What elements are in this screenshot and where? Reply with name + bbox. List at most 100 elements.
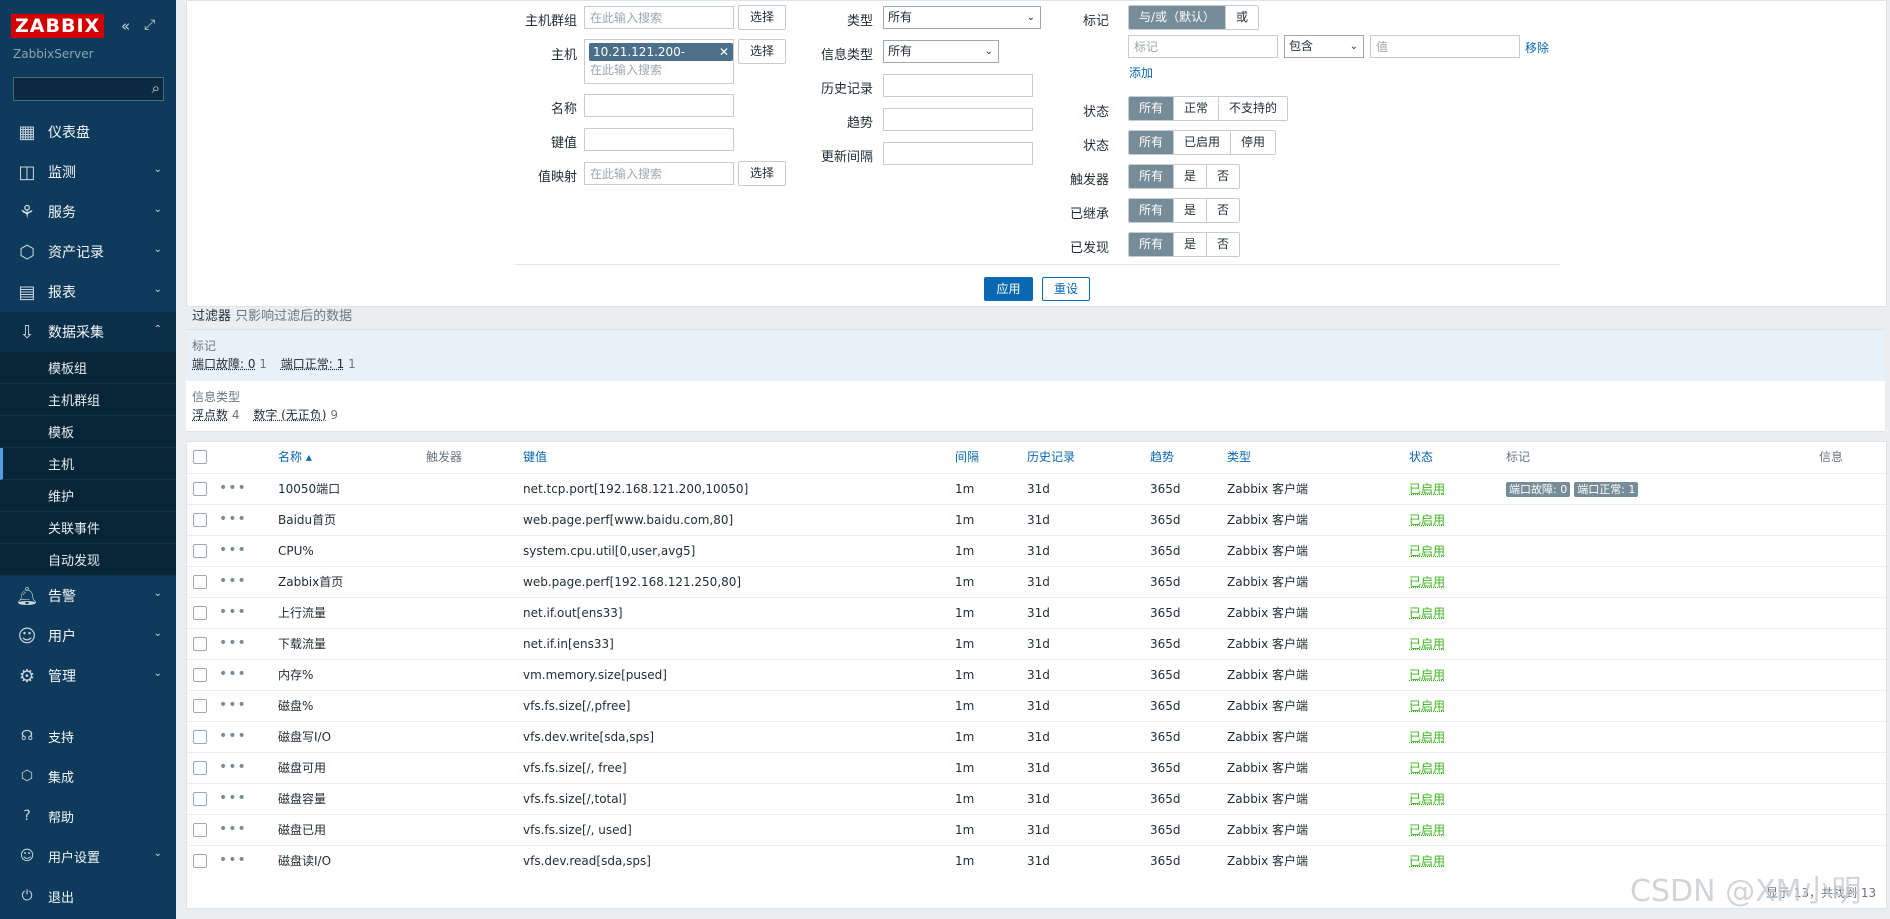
- submenu-hosts[interactable]: 主机: [0, 448, 176, 480]
- submenu-event-correlation[interactable]: 关联事件: [0, 512, 176, 544]
- more-options-icon[interactable]: •••: [219, 815, 247, 844]
- item-name-link[interactable]: CPU%: [278, 536, 314, 567]
- col-key-header[interactable]: 键值: [523, 442, 547, 473]
- item-status-link[interactable]: 已启用: [1409, 505, 1445, 536]
- item-status-link[interactable]: 已启用: [1409, 846, 1445, 877]
- menu-item-reports[interactable]: ▤ 报表 ⌄: [0, 272, 176, 312]
- kiosk-mode-icon[interactable]: ⤢: [144, 17, 155, 33]
- menu-item-help[interactable]: ? 帮助: [0, 796, 176, 836]
- triggers-yes-option[interactable]: 是: [1174, 165, 1208, 188]
- item-name-link[interactable]: 下载流量: [278, 629, 326, 660]
- col-interval-header[interactable]: 间隔: [955, 442, 979, 473]
- more-options-icon[interactable]: •••: [219, 536, 247, 565]
- item-name-link[interactable]: 10050端口: [278, 474, 340, 505]
- menu-item-integrations[interactable]: ⬡ 集成: [0, 756, 176, 796]
- item-tag-badge[interactable]: 端口正常: 1: [1574, 482, 1639, 497]
- submenu-discovery[interactable]: 自动发现: [0, 544, 176, 576]
- more-options-icon[interactable]: •••: [219, 784, 247, 813]
- status-all-option[interactable]: 所有: [1129, 131, 1175, 154]
- menu-item-inventory[interactable]: ⬡ 资产记录 ⌄: [0, 232, 176, 272]
- host-groups-select-button[interactable]: 选择: [738, 5, 786, 30]
- menu-item-administration[interactable]: ⚙ 管理 ⌄: [0, 656, 176, 696]
- col-history-header[interactable]: 历史记录: [1027, 442, 1075, 473]
- update-interval-input[interactable]: [883, 142, 1033, 165]
- menu-item-support[interactable]: ☊ 支持: [0, 716, 176, 756]
- tag-value-input[interactable]: 值: [1370, 35, 1520, 58]
- more-options-icon[interactable]: •••: [219, 505, 247, 534]
- status-enabled-option[interactable]: 已启用: [1174, 131, 1232, 154]
- select-all-checkbox[interactable]: [193, 450, 207, 464]
- tag-summary-link[interactable]: 端口故障: 0: [192, 357, 256, 371]
- row-checkbox[interactable]: [193, 668, 207, 682]
- tags-or-option[interactable]: 或: [1226, 6, 1259, 29]
- apply-button[interactable]: 应用: [984, 277, 1033, 301]
- row-checkbox[interactable]: [193, 792, 207, 806]
- more-options-icon[interactable]: •••: [219, 753, 247, 782]
- item-status-link[interactable]: 已启用: [1409, 753, 1445, 784]
- item-name-link[interactable]: 磁盘%: [278, 691, 313, 722]
- remove-tag-link[interactable]: 移除: [1525, 39, 1549, 56]
- item-status-link[interactable]: 已启用: [1409, 691, 1445, 722]
- menu-item-user-settings[interactable]: ☺ 用户设置 ⌄: [0, 836, 176, 876]
- search-icon[interactable]: ⌕: [152, 79, 160, 97]
- more-options-icon[interactable]: •••: [219, 691, 247, 720]
- triggers-all-option[interactable]: 所有: [1129, 165, 1175, 188]
- inherited-all-option[interactable]: 所有: [1129, 199, 1175, 222]
- item-name-link[interactable]: 上行流量: [278, 598, 326, 629]
- item-status-link[interactable]: 已启用: [1409, 660, 1445, 691]
- info-type-summary-link[interactable]: 浮点数: [192, 408, 228, 422]
- row-checkbox[interactable]: [193, 544, 207, 558]
- item-status-link[interactable]: 已启用: [1409, 598, 1445, 629]
- row-checkbox[interactable]: [193, 575, 207, 589]
- row-checkbox[interactable]: [193, 761, 207, 775]
- item-name-link[interactable]: 磁盘读I/O: [278, 846, 331, 877]
- item-status-link[interactable]: 已启用: [1409, 722, 1445, 753]
- row-checkbox[interactable]: [193, 823, 207, 837]
- menu-item-monitoring[interactable]: ◫ 监测 ⌄: [0, 152, 176, 192]
- menu-item-sign-out[interactable]: ⏻ 退出: [0, 876, 176, 916]
- menu-item-data-collection[interactable]: ⇩ 数据采集 ⌃: [0, 312, 176, 352]
- status-toggle[interactable]: 所有 已启用 停用: [1128, 130, 1277, 155]
- triggers-no-option[interactable]: 否: [1207, 165, 1240, 188]
- row-checkbox[interactable]: [193, 513, 207, 527]
- value-mapping-input[interactable]: 在此输入搜索: [584, 162, 734, 185]
- row-checkbox[interactable]: [193, 854, 207, 868]
- inherited-yes-option[interactable]: 是: [1174, 199, 1208, 222]
- item-name-link[interactable]: 内存%: [278, 660, 313, 691]
- reset-button[interactable]: 重设: [1042, 277, 1090, 301]
- item-status-link[interactable]: 已启用: [1409, 567, 1445, 598]
- menu-item-alerts[interactable]: 🔔︎ 告警 ⌄: [0, 576, 176, 616]
- tag-summary-link[interactable]: 端口正常: 1: [281, 357, 345, 371]
- state-toggle[interactable]: 所有 正常 不支持的: [1128, 96, 1289, 121]
- info-type-summary-link[interactable]: 数字 (无正负): [253, 408, 326, 422]
- info-type-select[interactable]: 所有 ⌄: [883, 40, 999, 63]
- menu-item-users[interactable]: ☺ 用户 ⌄: [0, 616, 176, 656]
- item-name-link[interactable]: 磁盘已用: [278, 815, 326, 846]
- row-checkbox[interactable]: [193, 482, 207, 496]
- more-options-icon[interactable]: •••: [219, 722, 247, 751]
- menu-item-services[interactable]: ⚘ 服务 ⌄: [0, 192, 176, 232]
- state-normal-option[interactable]: 正常: [1174, 97, 1220, 120]
- submenu-template-groups[interactable]: 模板组: [0, 352, 176, 384]
- tags-andor-option[interactable]: 与/或（默认）: [1129, 6, 1227, 29]
- item-status-link[interactable]: 已启用: [1409, 536, 1445, 567]
- item-name-link[interactable]: Baidu首页: [278, 505, 336, 536]
- item-status-link[interactable]: 已启用: [1409, 784, 1445, 815]
- col-type-header[interactable]: 类型: [1227, 442, 1251, 473]
- close-icon[interactable]: ✕: [719, 43, 729, 61]
- sidebar-search-input[interactable]: ⌕: [13, 77, 164, 101]
- row-checkbox[interactable]: [193, 606, 207, 620]
- item-name-link[interactable]: 磁盘可用: [278, 753, 326, 784]
- menu-item-dashboard[interactable]: ▦ 仪表盘: [0, 112, 176, 152]
- discovered-toggle[interactable]: 所有 是 否: [1128, 232, 1241, 257]
- tag-operator-select[interactable]: 包含 ⌄: [1284, 35, 1364, 58]
- host-select-button[interactable]: 选择: [738, 39, 786, 64]
- host-input[interactable]: 10.21.121.200-Zabb... ✕ 在此输入搜索: [584, 39, 734, 84]
- submenu-templates[interactable]: 模板: [0, 416, 176, 448]
- filter-tab-label[interactable]: 过滤器 只影响过滤后的数据: [192, 305, 352, 324]
- row-checkbox[interactable]: [193, 637, 207, 651]
- zabbix-logo[interactable]: ZABBIX: [11, 14, 105, 38]
- value-mapping-select-button[interactable]: 选择: [738, 161, 786, 186]
- key-input[interactable]: [584, 128, 734, 151]
- discovered-all-option[interactable]: 所有: [1129, 233, 1175, 256]
